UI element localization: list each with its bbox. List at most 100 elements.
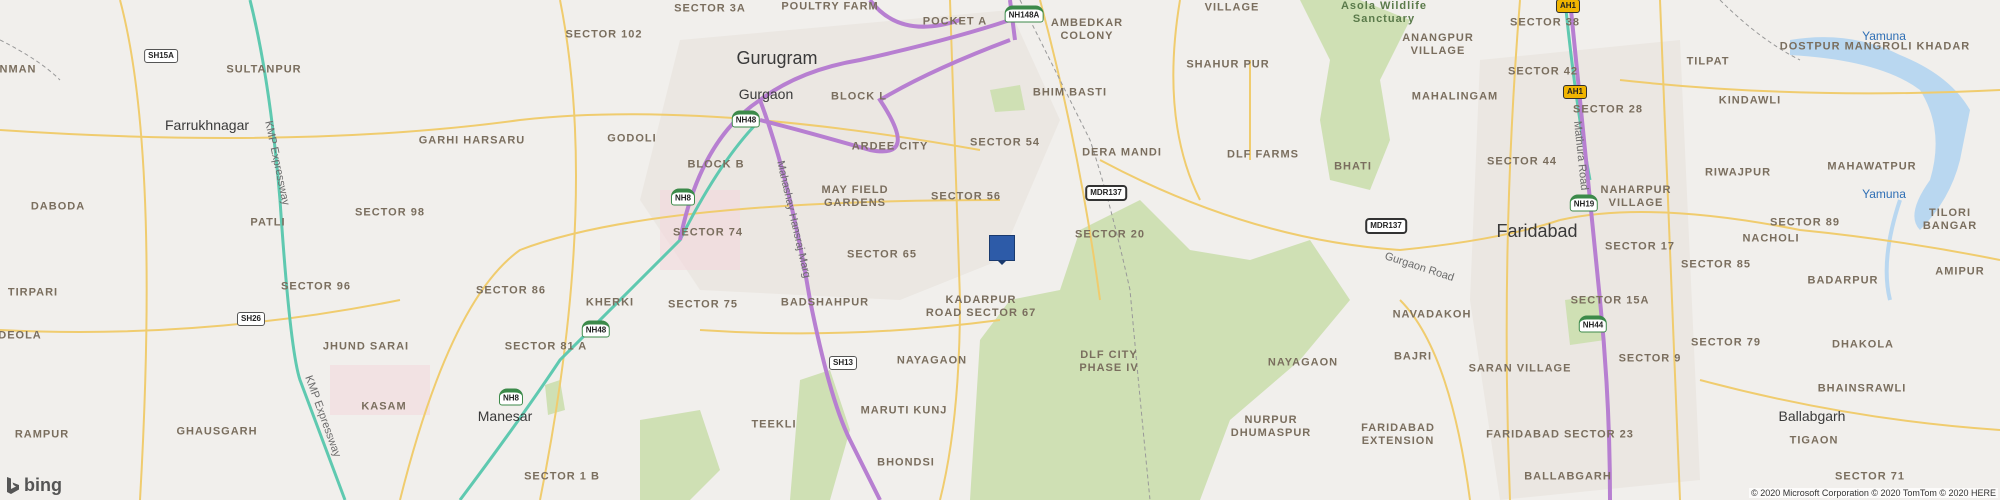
route-shield: AH1 — [1562, 85, 1588, 99]
place-label: VILLAGE — [1204, 1, 1260, 14]
route-shield: NH8 — [498, 388, 524, 406]
route-shield: MDR137 — [1365, 218, 1407, 234]
place-label: TEEKLI — [751, 418, 797, 431]
place-label: KADARPUR ROAD SECTOR 67 — [925, 294, 1037, 319]
place-label: SECTOR 102 — [565, 28, 643, 41]
place-label: MARUTI KUNJ — [860, 404, 948, 417]
place-label: RIWAJPUR — [1704, 166, 1772, 179]
place-label: SARAN VILLAGE — [1468, 362, 1572, 375]
route-shield: NH8 — [670, 188, 696, 206]
place-label: DHAKOLA — [1832, 338, 1894, 351]
place-label: SECTOR 75 — [668, 298, 738, 311]
place-label: RAMPUR — [14, 428, 70, 441]
map-canvas[interactable]: SECTOR 3A POULTRY FARM POCKET A AMBEDKAR… — [0, 0, 2000, 500]
place-label: BALLABGARH — [1524, 470, 1612, 483]
water-label: Yamuna — [1862, 29, 1906, 43]
place-label: SECTOR 98 — [355, 206, 425, 219]
route-shield: AH1 — [1555, 0, 1581, 13]
place-label: TIGAON — [1789, 434, 1839, 447]
route-shield: SH13 — [828, 356, 858, 370]
place-label: FARIDABAD EXTENSION — [1361, 422, 1435, 447]
place-label: SECTOR 79 — [1691, 336, 1761, 349]
place-label: SECTOR 81 A — [504, 340, 588, 353]
place-label: POULTRY FARM — [781, 0, 879, 13]
route-shield: NH48 — [581, 320, 611, 338]
place-label: SECTOR 42 — [1508, 65, 1578, 78]
map-attribution: © 2020 Microsoft Corporation © 2020 TomT… — [1749, 488, 1998, 498]
place-label: GARHI HARSARU — [418, 134, 526, 147]
route-shield: SH15A — [144, 49, 178, 63]
place-label: POCKET A — [922, 15, 988, 28]
place-label: NURPUR DHUMASPUR — [1230, 414, 1312, 439]
place-label: SECTOR 71 — [1835, 470, 1905, 483]
place-label: NAVADAKOH — [1392, 308, 1472, 321]
place-label: SHAHUR PUR — [1186, 58, 1270, 71]
place-label: TILORI BANGAR — [1922, 207, 1978, 232]
place-label: BAJRI — [1393, 350, 1433, 363]
place-label: SECTOR 15A — [1570, 294, 1650, 307]
route-shield: SH26 — [236, 312, 266, 326]
place-label: GHAUSGARH — [176, 425, 258, 438]
bing-logo: bing — [6, 475, 62, 496]
place-label: SECTOR 1 B — [524, 470, 600, 483]
location-pin-icon[interactable] — [989, 235, 1015, 265]
place-label: GODOLI — [607, 132, 657, 145]
place-label: JHUND SARAI — [322, 340, 410, 353]
place-label: SECTOR 65 — [847, 248, 917, 261]
place-label: TILPAT — [1686, 55, 1730, 68]
place-label: NMAN — [0, 63, 37, 76]
route-shield: NH44 — [1578, 315, 1608, 333]
route-shield: MDR137 — [1085, 185, 1127, 201]
bing-b-icon — [7, 476, 19, 494]
place-label: SECTOR 96 — [281, 280, 351, 293]
place-label: SECTOR 38 — [1510, 16, 1580, 29]
place-label: BHONDSI — [877, 456, 935, 469]
place-label: DLF CITY PHASE IV — [1079, 349, 1139, 374]
place-label: SECTOR 9 — [1618, 352, 1682, 365]
place-label: SECTOR 17 — [1605, 240, 1675, 253]
place-label: SECTOR 20 — [1075, 228, 1145, 241]
city-label: Gurugram — [736, 48, 818, 68]
place-label: SULTANPUR — [226, 63, 302, 76]
place-label: SECTOR 89 — [1770, 216, 1840, 229]
place-label: BADARPUR — [1807, 274, 1879, 287]
place-label: NAYAGAON — [1267, 356, 1339, 369]
place-label: KHERKI — [585, 296, 635, 309]
place-label: SECTOR 3A — [674, 2, 746, 15]
place-label: BLOCK L — [831, 90, 887, 103]
place-label: AMBEDKAR COLONY — [1050, 17, 1124, 42]
place-label: SECTOR 85 — [1681, 258, 1751, 271]
route-shield: NH19 — [1569, 194, 1599, 212]
city-label: Farrukhnagar — [164, 117, 250, 133]
route-shield: NH48 — [731, 110, 761, 128]
place-label: ANANGPUR VILLAGE — [1402, 32, 1474, 57]
place-label: SECTOR 74 — [673, 226, 743, 239]
place-label: NAHARPUR VILLAGE — [1600, 184, 1672, 209]
city-label: Manesar — [477, 408, 533, 424]
place-label: SECTOR 54 — [970, 136, 1040, 149]
place-label: NAYAGAON — [896, 354, 968, 367]
route-shield: NH148A — [1004, 5, 1044, 23]
bing-logo-text: bing — [24, 475, 62, 495]
place-label: DERA MANDI — [1082, 146, 1162, 159]
place-label: BLOCK B — [687, 158, 745, 171]
place-label: AMIPUR — [1935, 265, 1985, 278]
place-label: ARDEE CITY — [851, 140, 929, 153]
place-label: BHIM BASTI — [1032, 86, 1108, 99]
city-label: Gurgaon — [738, 86, 794, 102]
city-label: Ballabgarh — [1778, 408, 1846, 424]
place-label: BHATI — [1334, 160, 1372, 173]
city-label: Faridabad — [1496, 221, 1578, 241]
place-label: KASAM — [361, 400, 407, 413]
water-label: Yamuna — [1862, 187, 1906, 201]
place-label: BADSHAHPUR — [780, 296, 870, 309]
place-label: MAY FIELD GARDENS — [821, 184, 889, 209]
place-label: DABODA — [30, 200, 86, 213]
place-label: BHAINSRAWLI — [1817, 382, 1907, 395]
place-label: DLF FARMS — [1227, 148, 1299, 161]
place-label: MAHALINGAM — [1411, 90, 1499, 103]
place-label: SECTOR 44 — [1487, 155, 1557, 168]
place-label: FARIDABAD SECTOR 23 — [1486, 428, 1634, 441]
place-label: TIRPARI — [7, 286, 59, 299]
place-label: SECTOR 86 — [476, 284, 546, 297]
